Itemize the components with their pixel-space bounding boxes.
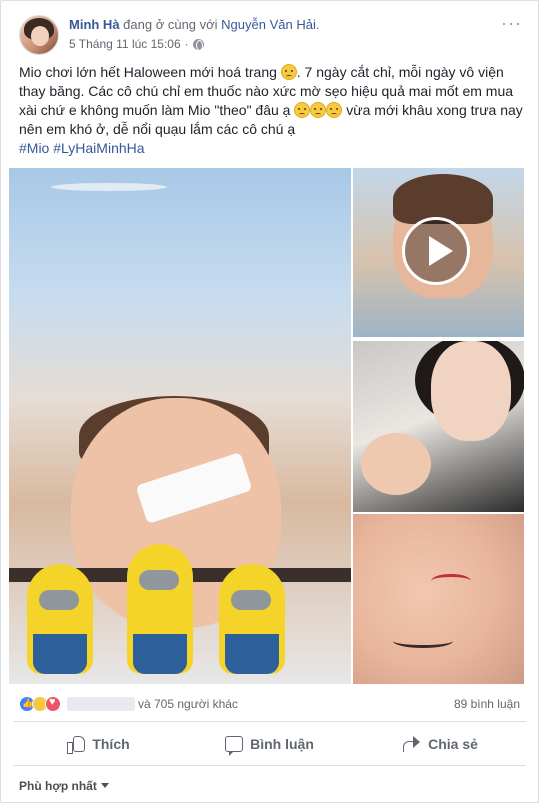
- stitches-mark: [431, 574, 471, 588]
- main-photo[interactable]: [9, 168, 351, 684]
- share-button[interactable]: Chia sẻ: [355, 725, 526, 763]
- minion-overall: [133, 634, 187, 674]
- meta-separator: ·: [184, 37, 189, 51]
- divider: [13, 721, 526, 722]
- with-text: đang ở cùng với: [119, 17, 222, 32]
- comment-label: Bình luận: [250, 736, 314, 752]
- more-options-icon[interactable]: ···: [501, 13, 522, 34]
- divider: [13, 765, 526, 766]
- reaction-count[interactable]: và 705 người khác: [138, 697, 238, 711]
- comment-count[interactable]: 89 bình luận: [454, 697, 520, 711]
- post-meta: 5 Tháng 11 lúc 15:06 ·: [69, 37, 204, 51]
- author-name[interactable]: Minh Hà: [69, 17, 120, 32]
- share-label: Chia sẻ: [428, 736, 478, 752]
- photo-thumbnail-stitches[interactable]: [353, 514, 524, 684]
- post-header: Minh Hà đang ở cùng với Nguyễn Văn Hải. …: [13, 13, 526, 57]
- share-arrow-icon: [403, 736, 421, 752]
- tagged-person[interactable]: Nguyễn Văn Hải: [221, 17, 316, 32]
- sad-emoji-icon: [326, 102, 343, 118]
- eyelash: [393, 634, 453, 648]
- minion-sticker: [127, 544, 193, 674]
- blurred-name: [67, 697, 135, 711]
- minion-sticker: [219, 564, 285, 674]
- comment-sort-dropdown[interactable]: Phù hợp nhất: [19, 779, 109, 793]
- photo-thumbnail-mother[interactable]: [353, 341, 524, 512]
- speech-bubble-icon: [225, 736, 244, 756]
- sad-emoji-icon: [310, 102, 327, 118]
- minion-overall: [225, 634, 279, 674]
- globe-icon[interactable]: [192, 38, 204, 51]
- post-title-line: Minh Hà đang ở cùng với Nguyễn Văn Hải.: [69, 17, 319, 33]
- author-avatar[interactable]: [19, 15, 59, 55]
- post-timestamp[interactable]: 5 Tháng 11 lúc 15:06: [69, 37, 181, 51]
- action-bar: Thích Bình luận Chia sẻ: [13, 725, 526, 763]
- video-thumbnail[interactable]: [353, 168, 524, 337]
- post-stats: và 705 người khác 89 bình luận: [19, 693, 520, 715]
- minion-goggle: [139, 570, 179, 590]
- tagged-suffix: .: [315, 17, 320, 32]
- post-hashtags[interactable]: #Mio #LyHaiMinhHa: [19, 139, 524, 158]
- like-button[interactable]: Thích: [13, 725, 184, 763]
- like-label: Thích: [92, 736, 130, 752]
- chevron-down-icon: [100, 783, 109, 788]
- sad-emoji-icon: [280, 64, 297, 80]
- sort-label: Phù hợp nhất: [19, 779, 97, 793]
- minion-overall: [33, 634, 87, 674]
- minion-sticker: [27, 564, 93, 674]
- love-reaction-icon[interactable]: [45, 696, 61, 712]
- post-card: Minh Hà đang ở cùng với Nguyễn Văn Hải. …: [0, 0, 539, 803]
- child-hair: [393, 174, 493, 224]
- baby-face: [361, 433, 431, 495]
- minion-goggle: [39, 590, 79, 610]
- thumbs-up-icon: [67, 736, 86, 754]
- minion-goggle: [231, 590, 271, 610]
- post-text: Mio chơi lớn hết Haloween mới hoá trang …: [19, 63, 524, 158]
- sad-emoji-icon: [294, 102, 311, 118]
- post-text-part1: Mio chơi lớn hết Haloween mới hoá trang: [19, 64, 281, 80]
- woman-face: [431, 341, 511, 441]
- play-icon[interactable]: [402, 217, 470, 285]
- avatar-face: [31, 26, 49, 46]
- comment-button[interactable]: Bình luận: [184, 725, 355, 763]
- ceiling-fan: [51, 183, 167, 191]
